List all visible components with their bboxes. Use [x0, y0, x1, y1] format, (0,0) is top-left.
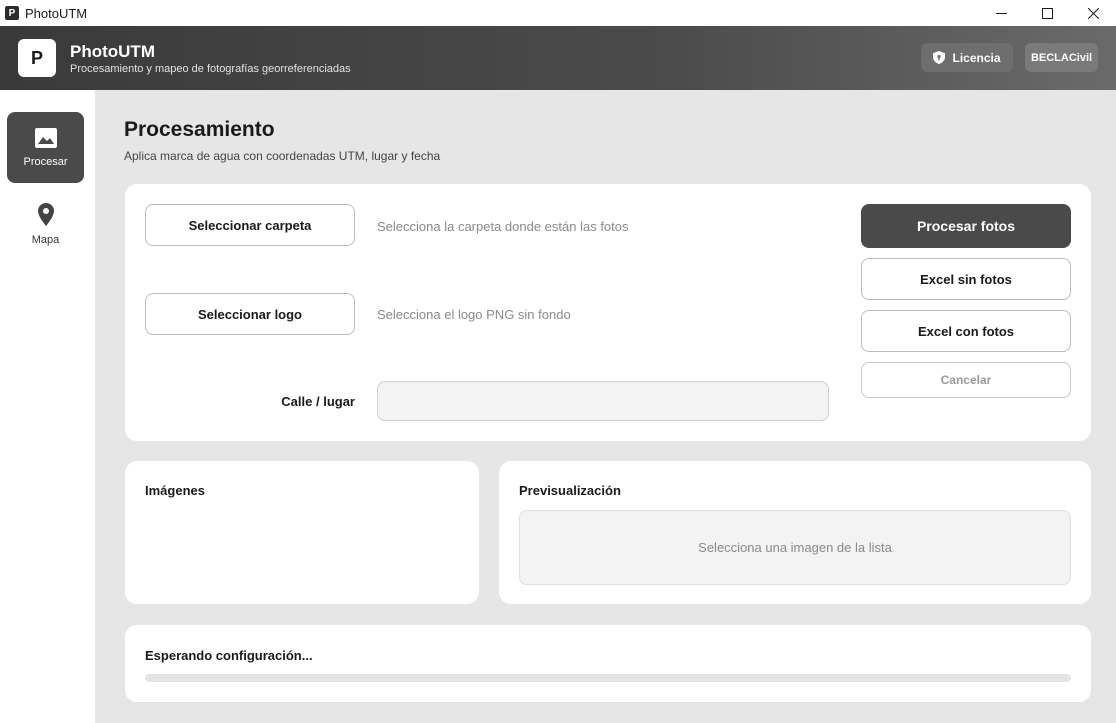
- status-text: Esperando configuración...: [145, 648, 313, 663]
- street-input[interactable]: [377, 381, 829, 421]
- license-button[interactable]: Licencia: [921, 43, 1013, 72]
- select-folder-button[interactable]: Seleccionar carpeta: [145, 204, 355, 246]
- sidebar: Procesar Mapa: [0, 90, 95, 723]
- maximize-button[interactable]: [1024, 0, 1070, 26]
- excel-with-photos-button[interactable]: Excel con fotos: [861, 310, 1071, 352]
- select-logo-button[interactable]: Seleccionar logo: [145, 293, 355, 335]
- map-pin-icon: [37, 203, 54, 226]
- app-window-icon: P: [5, 6, 19, 20]
- preview-panel-title: Previsualización: [519, 483, 621, 498]
- sidebar-item-label: Procesar: [23, 155, 68, 168]
- config-card: Seleccionar carpeta Selecciona la carpet…: [125, 184, 1091, 441]
- logo-hint: Selecciona el logo PNG sin fondo: [377, 307, 571, 322]
- status-panel: Esperando configuración...: [125, 625, 1091, 702]
- street-label: Calle / lugar: [281, 394, 355, 409]
- folder-hint: Selecciona la carpeta donde están las fo…: [377, 219, 629, 234]
- progress-bar: [145, 674, 1071, 682]
- images-panel-title: Imágenes: [145, 483, 205, 498]
- user-account-button[interactable]: BECLACivil: [1025, 43, 1098, 72]
- window-title: PhotoUTM: [25, 5, 88, 21]
- minimize-button[interactable]: [978, 0, 1024, 26]
- minimize-icon: [995, 12, 1007, 14]
- shield-icon: [933, 51, 946, 64]
- app-header: P PhotoUTM Procesamiento y mapeo de foto…: [0, 26, 1116, 90]
- process-photos-button[interactable]: Procesar fotos: [861, 204, 1071, 248]
- image-icon: [34, 127, 57, 148]
- close-window-button[interactable]: [1070, 0, 1116, 26]
- excel-without-photos-button[interactable]: Excel sin fotos: [861, 258, 1071, 300]
- app-subtitle: Procesamiento y mapeo de fotografías geo…: [70, 63, 351, 75]
- page-subtitle: Aplica marca de agua con coordenadas UTM…: [124, 149, 441, 163]
- images-list[interactable]: [145, 507, 459, 593]
- preview-panel: Previsualización Selecciona una imagen d…: [499, 461, 1091, 604]
- app-name: PhotoUTM: [70, 42, 155, 61]
- preview-placeholder: Selecciona una imagen de la lista: [519, 510, 1071, 585]
- window-controls: [978, 0, 1116, 26]
- window-title-bar: P PhotoUTM: [0, 0, 1116, 26]
- license-label: Licencia: [952, 50, 1001, 65]
- maximize-icon: [1041, 7, 1053, 19]
- cancel-button[interactable]: Cancelar: [861, 362, 1071, 398]
- sidebar-item-label: Mapa: [31, 234, 60, 246]
- sidebar-item-mapa[interactable]: Mapa: [7, 189, 84, 260]
- app-logo: P: [18, 39, 56, 77]
- images-panel: Imágenes: [125, 461, 479, 604]
- sidebar-item-procesar[interactable]: Procesar: [7, 112, 84, 183]
- close-icon: [1087, 7, 1099, 19]
- page-title: Procesamiento: [124, 118, 275, 141]
